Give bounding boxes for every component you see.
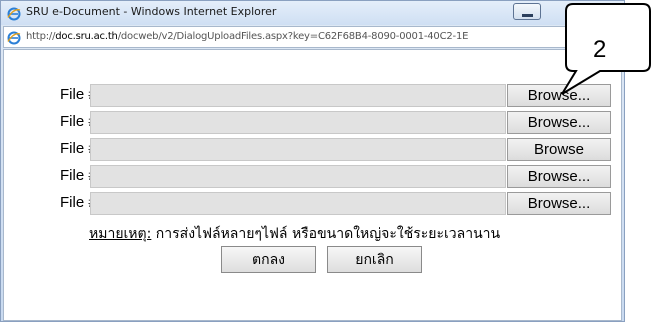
note-text: การส่งไฟล์หลายๆไฟล์ หรือขนาดใหญ่จะใช้ระย…	[151, 226, 501, 242]
upload-dialog: File #1 Browse... File #2 Browse... File…	[3, 49, 622, 321]
file-row-5: File #5 Browse...	[60, 192, 620, 216]
file-row-1: File #1 Browse...	[60, 84, 620, 108]
note-label: หมายเหตุ:	[89, 226, 152, 242]
minimize-button[interactable]	[513, 3, 541, 20]
ok-button[interactable]: ตกลง	[221, 246, 316, 273]
url-host: doc.sru.ac.th	[55, 31, 118, 42]
file-path-field[interactable]	[90, 165, 506, 188]
browser-window: SRU e-Document - Windows Internet Explor…	[0, 0, 625, 322]
callout-number: 2	[593, 36, 607, 63]
minimize-icon	[522, 14, 533, 17]
page-icon	[7, 30, 21, 45]
upload-note: หมายเหตุ: การส่งไฟล์หลายๆไฟล์ หรือขนาดให…	[89, 223, 500, 245]
browse-button[interactable]: Browse...	[507, 111, 611, 134]
file-row-3: File #3 Browse	[60, 138, 620, 162]
title-bar: SRU e-Document - Windows Internet Explor…	[1, 1, 624, 25]
internet-explorer-icon	[7, 6, 21, 21]
browse-button[interactable]: Browse...	[507, 192, 611, 215]
url-text: http://doc.sru.ac.th/docweb/v2/DialogUpl…	[26, 31, 468, 42]
file-row-4: File #4 Browse...	[60, 165, 620, 189]
file-row-2: File #2 Browse...	[60, 111, 620, 135]
cancel-button[interactable]: ยกเลิก	[327, 246, 422, 273]
file-path-field[interactable]	[90, 192, 506, 215]
address-bar[interactable]: http://doc.sru.ac.th/docweb/v2/DialogUpl…	[3, 26, 622, 48]
url-prefix: http://	[26, 31, 56, 42]
browse-button[interactable]: Browse	[507, 138, 611, 161]
url-path: /docweb/v2/DialogUploadFiles.aspx?key=C6…	[117, 31, 469, 42]
file-path-field[interactable]	[90, 84, 506, 107]
file-path-field[interactable]	[90, 111, 506, 134]
file-path-field[interactable]	[90, 138, 506, 161]
window-title: SRU e-Document - Windows Internet Explor…	[26, 5, 277, 18]
browse-button[interactable]: Browse...	[507, 84, 611, 107]
browse-button[interactable]: Browse...	[507, 165, 611, 188]
